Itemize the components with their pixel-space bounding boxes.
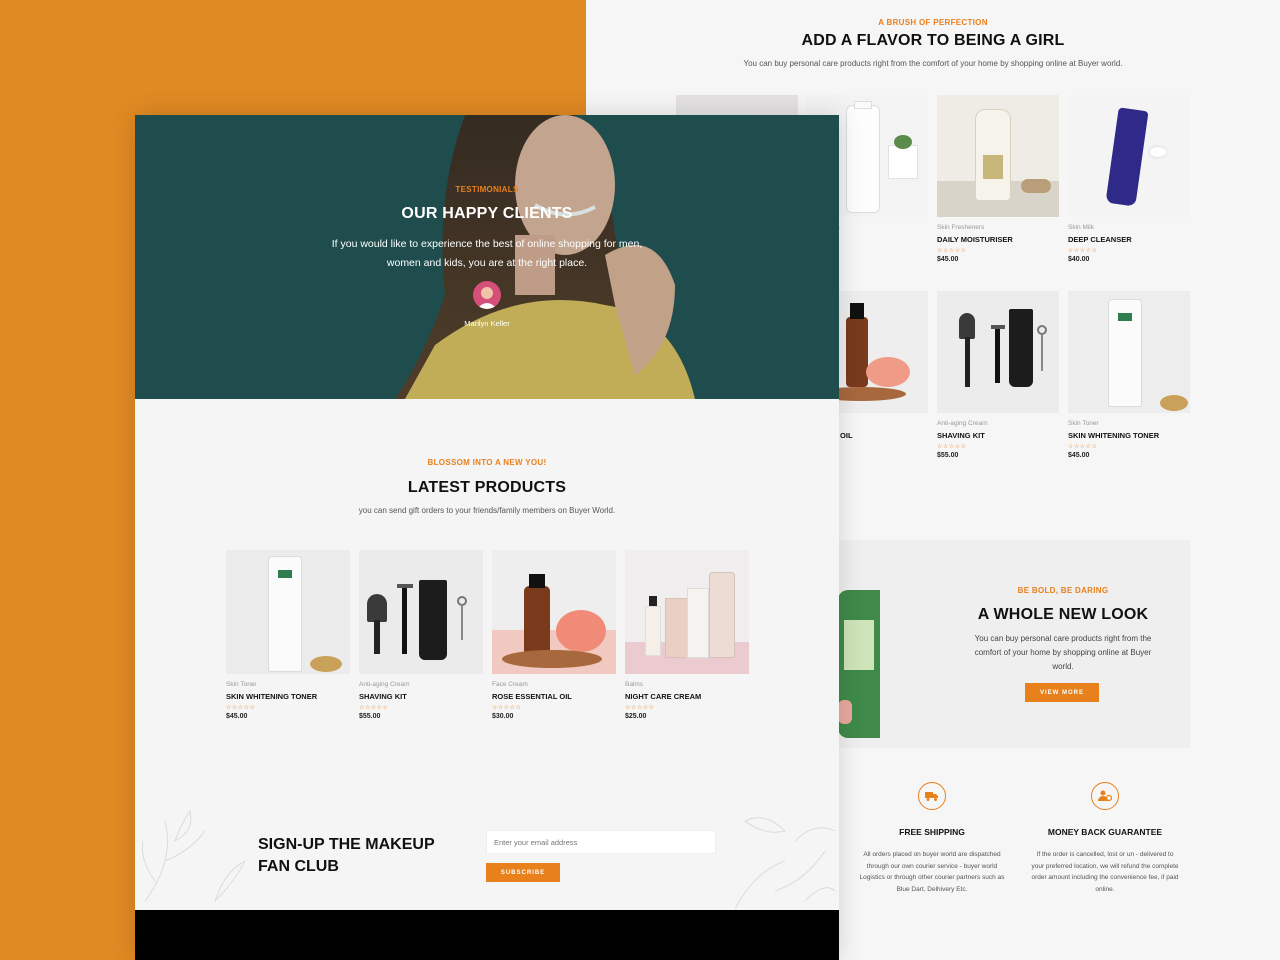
promo-bottle-image xyxy=(838,590,880,738)
testimonials-hero: TESTIMONIALS OUR HAPPY CLIENTS If you wo… xyxy=(135,115,839,399)
product-name[interactable]: SHAVING KIT xyxy=(359,692,483,701)
promo-banner: BE BOLD, BE DARING A WHOLE NEW LOOK You … xyxy=(836,540,1190,748)
product-category: Skin Milk xyxy=(1068,224,1095,231)
latest-eyebrow: BLOSSOM INTO A NEW YOU! xyxy=(427,458,547,467)
promo-text: You can buy personal care products right… xyxy=(974,634,1152,671)
section-subtitle: You can buy personal care products right… xyxy=(743,59,1123,68)
product-card[interactable]: Skin Milk DEEP CLEANSER ☆☆☆☆☆ $40.00 xyxy=(1068,95,1190,263)
product-price: $45.00 xyxy=(1068,452,1090,459)
feature-free-shipping: FREE SHIPPING All orders placed on buyer… xyxy=(857,782,1007,895)
testimonials-eyebrow: TESTIMONIALS xyxy=(455,185,519,194)
product-name[interactable]: DAILY MOISTURISER xyxy=(937,235,1059,244)
product-name[interactable]: NIGHT CARE CREAM xyxy=(625,692,749,701)
product-name[interactable]: SKIN WHITENING TONER xyxy=(226,692,350,701)
signup-title: SIGN-UP THE MAKEUP FAN CLUB xyxy=(258,836,435,875)
money-back-icon xyxy=(1091,782,1119,810)
feature-money-back: MONEY BACK GUARANTEE If the order is can… xyxy=(1030,782,1180,895)
product-card[interactable]: Skin Fresheners DAILY MOISTURISER ☆☆☆☆☆ … xyxy=(937,95,1059,263)
product-price: $55.00 xyxy=(937,452,959,459)
latest-title: LATEST PRODUCTS xyxy=(407,479,567,496)
feature-title: MONEY BACK GUARANTEE xyxy=(1047,827,1163,837)
product-price: $25.00 xyxy=(625,713,647,720)
product-category: Face Cream xyxy=(492,681,528,688)
floral-decoration xyxy=(142,810,836,909)
feature-text: If the order is cancelled, lost or un - … xyxy=(1031,851,1179,893)
rating-stars: ☆☆☆☆☆ xyxy=(1068,444,1098,450)
product-image[interactable] xyxy=(937,95,1059,217)
product-image[interactable] xyxy=(937,291,1059,413)
rating-stars: ☆☆☆☆☆ xyxy=(1068,248,1098,254)
front-page: TESTIMONIALS OUR HAPPY CLIENTS If you wo… xyxy=(135,115,839,960)
product-price: $30.00 xyxy=(492,713,514,720)
product-category: Skin Fresheners xyxy=(937,224,985,231)
product-image[interactable] xyxy=(625,550,749,674)
truck-icon xyxy=(918,782,946,810)
rating-stars: ☆☆☆☆☆ xyxy=(492,705,522,711)
section-eyebrow: A BRUSH OF PERFECTION xyxy=(878,18,988,27)
product-price: $55.00 xyxy=(359,713,381,720)
feature-text: All orders placed on buyer world are dis… xyxy=(859,851,1005,893)
avatar xyxy=(473,281,501,309)
product-card[interactable]: Skin Toner SKIN WHITENING TONER ☆☆☆☆☆ $4… xyxy=(1068,291,1190,459)
email-field[interactable] xyxy=(486,830,716,854)
promo-title: A WHOLE NEW LOOK xyxy=(977,606,1149,623)
product-card[interactable]: Skin Toner SKIN WHITENING TONER ☆☆☆☆☆ $4… xyxy=(226,550,350,720)
product-category: Anti-aging Cream xyxy=(359,681,410,688)
subscribe-button[interactable]: SUBSCRIBE xyxy=(486,863,560,882)
testimonial-quote: If you would like to experience the best… xyxy=(331,238,643,269)
rating-stars: ☆☆☆☆☆ xyxy=(937,444,967,450)
rating-stars: ☆☆☆☆☆ xyxy=(625,705,655,711)
latest-subtitle: you can send gift orders to your friends… xyxy=(358,506,616,515)
product-image[interactable] xyxy=(492,550,616,674)
product-image[interactable] xyxy=(1068,95,1190,217)
product-card[interactable]: Anti-aging Cream SHAVING KIT ☆☆☆☆☆ $55.0… xyxy=(937,291,1059,459)
product-category: Skin Toner xyxy=(226,681,257,688)
product-name[interactable]: DEEP CLEANSER xyxy=(1068,235,1190,244)
rating-stars: ☆☆☆☆☆ xyxy=(937,248,967,254)
product-price: $45.00 xyxy=(226,713,248,720)
product-category: Balms xyxy=(625,681,644,688)
product-price: $45.00 xyxy=(937,256,959,263)
product-card[interactable]: Face Cream ROSE ESSENTIAL OIL ☆☆☆☆☆ $30.… xyxy=(492,550,616,720)
view-more-button[interactable]: VIEW MORE xyxy=(1025,683,1099,702)
promo-eyebrow: BE BOLD, BE DARING xyxy=(1017,586,1109,595)
product-card[interactable]: Balms NIGHT CARE CREAM ☆☆☆☆☆ $25.00 xyxy=(625,550,749,720)
product-image[interactable] xyxy=(1068,291,1190,413)
rating-stars: ☆☆☆☆☆ xyxy=(359,705,389,711)
product-card[interactable]: Anti-aging Cream SHAVING KIT ☆☆☆☆☆ $55.0… xyxy=(359,550,483,720)
testimonials-title: OUR HAPPY CLIENTS xyxy=(401,205,573,222)
product-name[interactable]: SKIN WHITENING TONER xyxy=(1068,431,1190,440)
product-category: Skin Toner xyxy=(1068,420,1099,427)
product-name[interactable]: ROSE ESSENTIAL OIL xyxy=(492,692,616,701)
footer xyxy=(135,910,839,960)
testimonial-author: Marilyn Keller xyxy=(464,319,510,328)
product-name[interactable]: SHAVING KIT xyxy=(937,431,1059,440)
rating-stars: ☆☆☆☆☆ xyxy=(226,705,256,711)
product-category: Anti-aging Cream xyxy=(937,420,988,427)
product-image[interactable] xyxy=(226,550,350,674)
signup-section: SIGN-UP THE MAKEUP FAN CLUB SUBSCRIBE xyxy=(135,801,839,909)
feature-title: FREE SHIPPING xyxy=(899,827,965,837)
product-price: $40.00 xyxy=(1068,256,1090,263)
product-image[interactable] xyxy=(359,550,483,674)
section-title: ADD A FLAVOR TO BEING A GIRL xyxy=(801,32,1065,49)
